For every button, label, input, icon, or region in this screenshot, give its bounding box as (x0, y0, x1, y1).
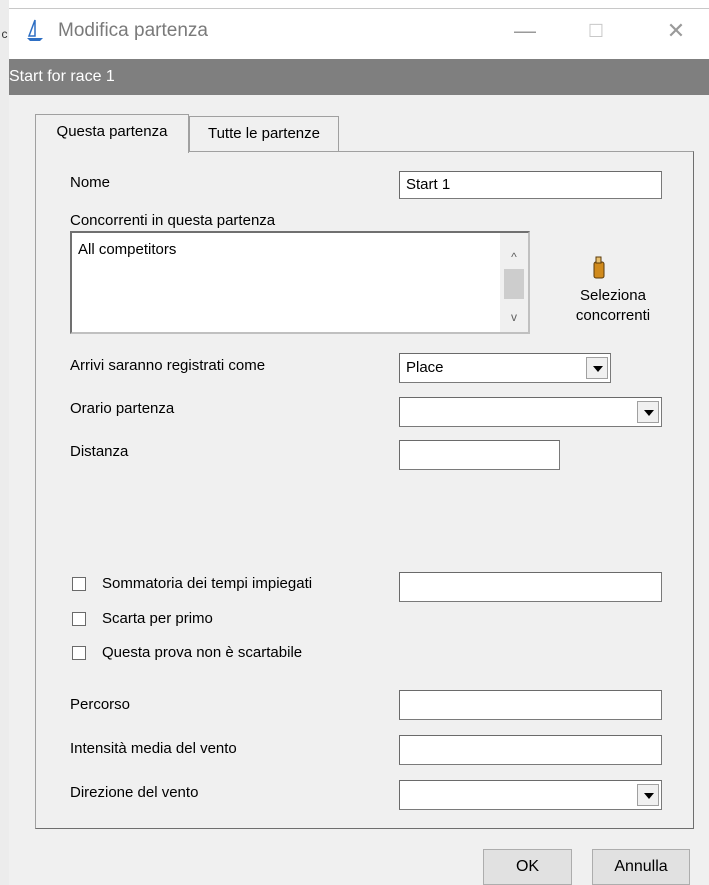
sailboat-icon (27, 19, 43, 41)
chevron-down-icon[interactable] (637, 401, 659, 423)
sommatoria-checkbox[interactable] (72, 577, 86, 591)
concorrenti-listbox[interactable]: All competitors ^ v (70, 231, 530, 334)
non-scartabile-label[interactable]: Questa prova non è scartabile (102, 644, 302, 661)
arrivi-combo[interactable]: Place (399, 353, 611, 383)
ok-button[interactable]: OK (483, 849, 572, 885)
chevron-down-icon[interactable] (637, 784, 659, 806)
annulla-button[interactable]: Annulla (592, 849, 690, 885)
nome-label: Nome (70, 174, 111, 191)
percorso-label: Percorso (70, 696, 131, 713)
vento-intensita-label: Intensità media del vento (70, 740, 237, 757)
scroll-down-icon[interactable]: v (500, 307, 528, 327)
concorrenti-label: Concorrenti in questa partenza (70, 212, 276, 229)
vento-direzione-combo[interactable] (399, 780, 662, 810)
listbox-scrollbar[interactable]: ^ v (500, 233, 528, 332)
distanza-label: Distanza (70, 443, 129, 460)
sommatoria-label[interactable]: Sommatoria dei tempi impiegati (102, 575, 312, 592)
sommatoria-field[interactable] (399, 572, 662, 602)
concorrenti-button-label[interactable]: concorrenti (565, 307, 661, 324)
seleziona-label[interactable]: Seleziona (573, 287, 653, 304)
tab-tutte-le-partenze[interactable]: Tutte le partenze (189, 116, 339, 151)
scarta-label[interactable]: Scarta per primo (102, 610, 213, 627)
non-scartabile-checkbox[interactable] (72, 646, 86, 660)
orario-label: Orario partenza (70, 400, 175, 417)
background-window-fragment: c (1, 27, 8, 41)
list-item[interactable]: All competitors (78, 241, 176, 258)
arrivi-label: Arrivi saranno registrati come (70, 357, 266, 374)
close-button[interactable]: ✕ (656, 14, 696, 48)
maximize-button[interactable]: ☐ (576, 14, 616, 48)
vento-intensita-field[interactable] (399, 735, 662, 765)
scroll-up-icon[interactable]: ^ (500, 247, 528, 267)
nome-field[interactable]: Start 1 (399, 171, 662, 199)
scarta-checkbox[interactable] (72, 612, 86, 626)
vento-direzione-label: Direzione del vento (70, 784, 199, 801)
orario-combo[interactable] (399, 397, 662, 427)
percorso-field[interactable] (399, 690, 662, 720)
minimize-button[interactable]: — (505, 14, 545, 48)
tab-questa-partenza[interactable]: Questa partenza (35, 114, 189, 153)
background-window-edge (0, 0, 9, 885)
caption-text: Start for race 1 (9, 68, 115, 85)
chevron-down-icon[interactable] (586, 357, 608, 379)
arrivi-combo-value: Place (406, 359, 444, 376)
select-competitors-icon[interactable] (589, 256, 609, 280)
window-title: Modifica partenza (58, 20, 208, 41)
scroll-thumb[interactable] (504, 269, 524, 299)
distanza-field[interactable] (399, 440, 560, 470)
